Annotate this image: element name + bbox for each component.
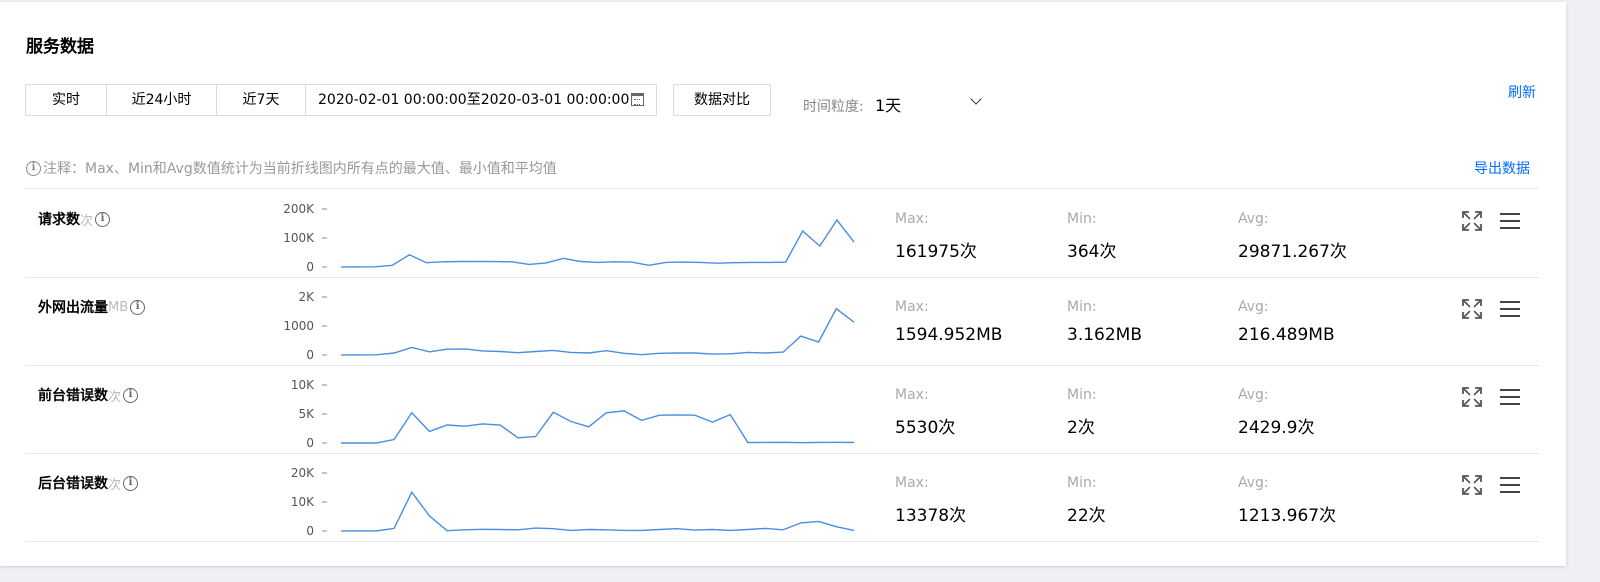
compare-button[interactable]: 数据对比 [673,84,771,116]
info-icon: i [26,160,41,176]
stat-min-value: 364次 [1067,242,1117,262]
stat-max-value: 1594.952MB [895,325,1003,345]
stat-avg-label: Avg: [1238,387,1269,403]
stat-min-value: 22次 [1067,506,1106,526]
stat-max-value: 5530次 [895,418,956,438]
y-tick-label: 200K [283,202,315,216]
y-tick-label: 10K [291,378,315,392]
chevron-down-icon[interactable] [970,93,982,105]
info-icon[interactable]: i [123,475,139,491]
export-data-link[interactable]: 导出数据 [1474,158,1530,178]
divider [25,541,1539,542]
metric-unit: 次 [80,213,94,229]
granularity-label: 时间粒度: [803,99,864,115]
metric-row: 请求数次 i 200K 100K 0 Max: 161975次 Min: 364次 Avg: 298… [0,189,1566,277]
metric-label: 前台错误数次 i [38,385,139,405]
stat-avg-value: 216.489MB [1238,325,1335,345]
info-icon[interactable]: i [123,387,139,403]
metric-row: 前台错误数次 i 10K 5K 0 Max: 5530次 Min: 2次 Avg: 2429.9次 [0,365,1566,453]
refresh-link[interactable]: 刷新 [1508,82,1536,102]
series-line [341,410,855,444]
series-line [341,490,855,532]
sparkline-chart[interactable]: 20K 10K 0 [270,459,870,543]
y-tick-label: 0 [306,524,314,538]
stat-min-label: Min: [1067,475,1097,491]
metric-name: 后台错误数 [38,476,108,492]
series-line [341,218,855,268]
stat-avg-value: 1213.967次 [1238,506,1337,526]
metric-unit: 次 [108,477,122,493]
y-tick-label: 1000 [283,319,314,333]
tab-last-24h[interactable]: 近24小时 [107,85,217,115]
stat-max-label: Max: [895,387,929,403]
y-tick-label: 2K [298,290,315,304]
metric-name: 外网出流量 [38,300,108,316]
menu-icon[interactable] [1500,389,1520,405]
y-tick-label: 20K [291,466,315,480]
y-tick-label: 100K [283,231,315,245]
series-line [341,307,855,356]
stat-min-label: Min: [1067,299,1097,315]
stat-max-value: 161975次 [895,242,977,262]
metric-name: 请求数 [38,212,80,228]
stat-avg-value: 29871.267次 [1238,242,1347,262]
time-range-tabs: 实时 近24小时 近7天 2020-02-01 00:00:00至2020-03… [25,84,657,116]
menu-icon[interactable] [1500,477,1520,493]
metric-label: 后台错误数次 i [38,473,139,493]
granularity-select[interactable]: 1天 [875,92,901,116]
metric-unit: 次 [108,389,122,405]
stat-avg-label: Avg: [1238,475,1269,491]
stats-note: i 注释：Max、Min和Avg数值统计为当前折线图内所有点的最大值、最小值和平… [26,158,557,178]
menu-icon[interactable] [1500,213,1520,229]
expand-icon[interactable] [1462,475,1482,495]
stat-min-value: 2次 [1067,418,1095,438]
y-tick-label: 10K [291,495,315,509]
sparkline-chart[interactable]: 200K 100K 0 [270,195,870,279]
stat-min-value: 3.162MB [1067,325,1142,345]
stat-min-label: Min: [1067,387,1097,403]
tab-realtime[interactable]: 实时 [26,85,107,115]
metric-row: 后台错误数次 i 20K 10K 0 Max: 13378次 Min: 22次 Avg: 1213.… [0,453,1566,541]
calendar-icon[interactable] [631,93,644,106]
y-tick-label: 5K [298,407,315,421]
stat-max-value: 13378次 [895,506,967,526]
metric-label: 请求数次 i [38,209,111,229]
expand-icon[interactable] [1462,299,1482,319]
metric-label: 外网出流量 MB i [38,297,146,317]
metric-name: 前台错误数 [38,388,108,404]
y-tick-label: 0 [306,348,314,362]
y-tick-label: 0 [306,260,314,274]
metric-row: 外网出流量 MB i 2K 1000 0 Max: 1594.952MB Min: 3.162MB… [0,277,1566,365]
stat-avg-value: 2429.9次 [1238,418,1315,438]
date-range-text: 2020-02-01 00:00:00至2020-03-01 00:00:00 [318,92,630,108]
stat-max-label: Max: [895,211,929,227]
stat-avg-label: Avg: [1238,211,1269,227]
info-icon[interactable]: i [95,211,111,227]
metric-unit: MB [108,299,129,315]
stat-min-label: Min: [1067,211,1097,227]
y-tick-label: 0 [306,436,314,450]
service-data-card: 服务数据 实时 近24小时 近7天 2020-02-01 00:00:00至20… [0,2,1566,566]
stat-max-label: Max: [895,475,929,491]
info-icon[interactable]: i [130,299,146,315]
tab-last-7d[interactable]: 近7天 [217,85,306,115]
expand-icon[interactable] [1462,211,1482,231]
sparkline-chart[interactable]: 10K 5K 0 [270,371,870,455]
page-title: 服务数据 [26,37,94,57]
sparkline-chart[interactable]: 2K 1000 0 [270,283,870,367]
date-range-picker[interactable]: 2020-02-01 00:00:00至2020-03-01 00:00:00 [306,85,656,115]
menu-icon[interactable] [1500,301,1520,317]
note-text: 注释：Max、Min和Avg数值统计为当前折线图内所有点的最大值、最小值和平均值 [43,161,557,177]
stat-max-label: Max: [895,299,929,315]
expand-icon[interactable] [1462,387,1482,407]
stat-avg-label: Avg: [1238,299,1269,315]
